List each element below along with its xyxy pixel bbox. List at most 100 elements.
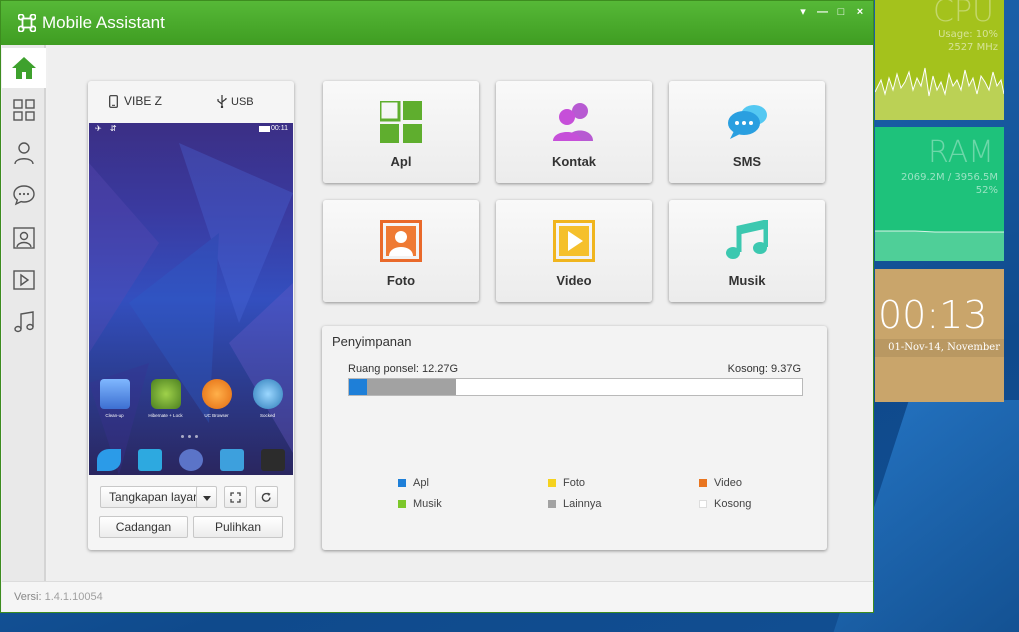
phone-screen-preview[interactable]: ✈ ⇵ 00:11 Clean-up Hibernate + Lock UC B… bbox=[89, 123, 293, 475]
legend-music: Musik bbox=[398, 498, 442, 510]
tile-video-label: Video bbox=[556, 273, 592, 288]
screenshot-dropdown[interactable] bbox=[196, 486, 217, 508]
ram-used: 2069.2M / 3956.5M bbox=[901, 172, 998, 183]
minimize-icon[interactable]: — bbox=[817, 7, 828, 18]
chevron-down-icon bbox=[202, 496, 211, 501]
tile-apps-label: Apl bbox=[390, 154, 412, 169]
tile-sms-label: SMS bbox=[732, 154, 762, 169]
storage-panel: Penyimpanan Ruang ponsel: 12.27G Kosong:… bbox=[322, 326, 827, 550]
storage-segment-kosong bbox=[456, 379, 802, 395]
legend-swatch bbox=[699, 500, 707, 508]
legend-photos: Foto bbox=[548, 477, 585, 489]
chat-bubble-icon bbox=[13, 185, 35, 206]
contacts-icon bbox=[553, 103, 593, 141]
tile-music-label: Musik bbox=[728, 273, 766, 288]
tile-photos-label: Foto bbox=[386, 273, 416, 288]
person-icon bbox=[14, 142, 34, 165]
sleep-icon bbox=[150, 379, 181, 409]
cpu-widget: CPU Usage: 10% 2527 MHz bbox=[875, 0, 1004, 120]
cpu-widget-title: CPU bbox=[933, 0, 994, 29]
legend-other: Lainnya bbox=[548, 498, 602, 510]
video-play-icon bbox=[13, 270, 35, 290]
clock-widget: 00:13 01-Nov-14, November bbox=[875, 269, 1004, 402]
legend-video: Video bbox=[699, 477, 742, 489]
phone-time: 00:11 bbox=[271, 125, 288, 132]
tile-apps[interactable]: Apl bbox=[323, 81, 479, 183]
phone-notification-icons: ✈ ⇵ bbox=[95, 124, 120, 133]
close-icon[interactable]: × bbox=[855, 7, 865, 18]
sidebar-item-home[interactable] bbox=[2, 48, 46, 88]
device-info: VIBE Z bbox=[109, 94, 162, 108]
device-name: VIBE Z bbox=[124, 94, 163, 108]
maximize-icon[interactable]: □ bbox=[836, 7, 846, 18]
ram-percent: 52% bbox=[975, 185, 998, 196]
messenger-icon bbox=[252, 379, 283, 409]
home-icon bbox=[12, 57, 36, 79]
menu-dropdown-icon[interactable]: ▾ bbox=[798, 7, 808, 18]
usb-icon bbox=[217, 95, 227, 108]
sidebar-item-apps[interactable] bbox=[2, 90, 46, 130]
contacts-app-icon bbox=[219, 449, 244, 471]
sidebar-item-music[interactable] bbox=[2, 302, 46, 342]
legend-swatch bbox=[548, 500, 556, 508]
storage-title: Penyimpanan bbox=[332, 334, 412, 349]
sidebar-item-contacts[interactable] bbox=[2, 133, 46, 173]
refresh-button[interactable] bbox=[255, 486, 278, 508]
clock-time: 00:13 bbox=[878, 293, 988, 337]
ram-widget-title: RAM bbox=[927, 135, 994, 170]
tile-music[interactable]: Musik bbox=[669, 200, 825, 302]
clock-date: 01-Nov-14, November bbox=[875, 339, 1004, 357]
legend-swatch bbox=[398, 500, 406, 508]
home-app-socked: Socked bbox=[246, 379, 290, 418]
version-label: Versi: bbox=[14, 591, 42, 603]
cpu-usage-graph bbox=[875, 67, 1004, 120]
dial-icon bbox=[97, 449, 122, 471]
tile-video[interactable]: Video bbox=[496, 200, 652, 302]
legend-apps: Apl bbox=[398, 477, 429, 489]
tile-contacts-label: Kontak bbox=[551, 154, 597, 169]
screenshot-button[interactable]: Tangkapan layar bbox=[100, 486, 207, 508]
status-bar: Versi: 1.4.1.10054 bbox=[2, 581, 873, 612]
legend-free: Kosong bbox=[699, 498, 751, 510]
grid-icon bbox=[13, 99, 35, 121]
apps-grid-icon bbox=[380, 101, 422, 143]
sidebar-item-photos[interactable] bbox=[2, 218, 46, 258]
wallpaper-pattern bbox=[89, 143, 293, 475]
phone-status-bar: ✈ ⇵ 00:11 bbox=[89, 123, 293, 137]
app-title: Mobile Assistant bbox=[42, 13, 165, 32]
tile-contacts[interactable]: Kontak bbox=[496, 81, 652, 183]
version-number: 1.4.1.10054 bbox=[44, 591, 103, 603]
storage-phone-space: Ruang ponsel: 12.27G bbox=[348, 363, 459, 375]
phone-panel: VIBE Z USB ✈ ⇵ 00:11 Clean-up Hibernate … bbox=[88, 81, 294, 550]
sidebar-item-messages[interactable] bbox=[2, 175, 46, 215]
storage-segment-apl bbox=[349, 379, 368, 395]
window-controls: ▾ — □ × bbox=[798, 7, 865, 18]
legend-swatch bbox=[398, 479, 406, 487]
photo-icon bbox=[13, 227, 35, 249]
video-play-icon bbox=[553, 220, 595, 262]
home-app-hibernate: Hibernate + Lock bbox=[144, 379, 188, 418]
sidebar-item-video[interactable] bbox=[2, 260, 46, 300]
fullscreen-button[interactable] bbox=[224, 486, 247, 508]
tile-photos[interactable]: Foto bbox=[323, 200, 479, 302]
app-drawer-icon bbox=[178, 449, 203, 471]
cpu-frequency: 2527 MHz bbox=[947, 42, 998, 53]
phone-dock bbox=[89, 445, 293, 475]
fullscreen-icon bbox=[230, 492, 241, 503]
cpu-usage: Usage: 10% bbox=[938, 29, 998, 40]
restore-button[interactable]: Pulihkan bbox=[193, 516, 283, 538]
home-app-ucbrowser: UC Browser bbox=[195, 379, 239, 418]
title-bar[interactable]: Mobile Assistant ▾ — □ × bbox=[1, 1, 873, 45]
cpu-widget-stats: Usage: 10% 2527 MHz bbox=[938, 28, 998, 54]
legend-swatch bbox=[699, 479, 707, 487]
ram-widget: RAM 2069.2M / 3956.5M 52% bbox=[875, 127, 1004, 261]
sidebar bbox=[2, 45, 46, 581]
ram-widget-stats: 2069.2M / 3956.5M 52% bbox=[901, 171, 998, 197]
battery-icon bbox=[259, 126, 270, 132]
backup-button[interactable]: Cadangan bbox=[99, 516, 188, 538]
tile-sms[interactable]: SMS bbox=[669, 81, 825, 183]
page-indicator bbox=[181, 435, 198, 438]
connection-label: USB bbox=[231, 95, 254, 108]
storage-free-space: Kosong: 9.37G bbox=[727, 363, 801, 375]
music-note-icon bbox=[14, 311, 34, 333]
